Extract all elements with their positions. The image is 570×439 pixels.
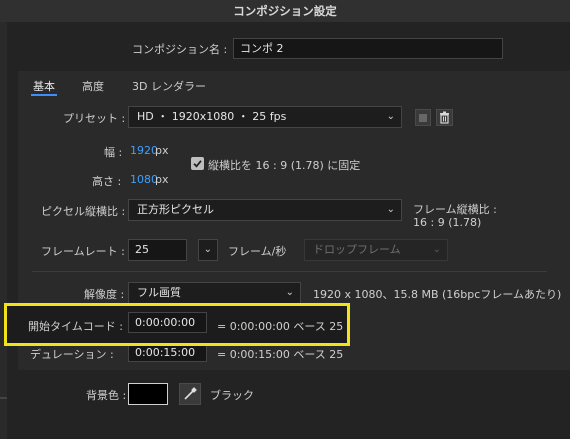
chevron-down-icon: ⌄ [386, 111, 395, 122]
save-preset-button[interactable] [415, 109, 431, 126]
eyedropper-button[interactable] [179, 383, 201, 405]
frame-rate-presets-button[interactable]: ⌄ [198, 239, 218, 261]
chevron-down-icon: ⌄ [432, 244, 441, 255]
tab-3d-renderer[interactable]: 3D レンダラー [132, 78, 206, 94]
chevron-down-icon: ⌄ [386, 204, 395, 215]
resolution-value: フル画質 [137, 286, 181, 299]
composition-name-label: コンポジション名 : [132, 43, 228, 56]
tab-active-indicator [31, 94, 57, 96]
height-label: 高さ : [92, 175, 122, 188]
resolution-dropdown[interactable]: フル画質 ⌄ [128, 282, 301, 304]
drop-frame-value: ドロップフレーム [313, 243, 401, 256]
divider [32, 271, 547, 272]
lock-aspect-checkbox[interactable] [191, 157, 204, 170]
tab-basic[interactable]: 基本 [33, 78, 55, 94]
lock-aspect-label: 縦横比を 16 : 9 (1.78) に固定 [208, 159, 361, 172]
frame-aspect-label: フレーム縦横比 : [413, 203, 497, 216]
width-value[interactable]: 1920 [130, 144, 158, 157]
resolution-label: 解像度 : [84, 288, 125, 301]
preset-value: HD ・ 1920x1080 ・ 25 fps [137, 110, 287, 123]
chevron-down-icon: ⌄ [285, 287, 294, 298]
background-color-name: ブラック [210, 389, 254, 402]
background-color-swatch[interactable] [128, 383, 168, 405]
frame-rate-label: フレームレート : [41, 245, 125, 258]
delete-preset-button[interactable] [436, 109, 453, 126]
preset-label: プリセット : [63, 112, 126, 125]
width-label: 幅 : [104, 146, 123, 159]
start-timecode-label: 開始タイムコード : [28, 320, 123, 333]
composition-name-input[interactable]: コンポ 2 [233, 38, 503, 59]
start-timecode-info: = 0:00:00:00 ベース 25 [217, 320, 344, 333]
frame-rate-unit: フレーム/秒 [228, 245, 287, 258]
checkmark-icon [193, 160, 202, 168]
drop-frame-dropdown[interactable]: ドロップフレーム ⌄ [304, 239, 448, 261]
background-color-label: 背景色 : [86, 389, 127, 402]
save-preset-icon [419, 114, 427, 122]
frame-aspect-value: 16 : 9 (1.78) [413, 216, 482, 229]
divider [0, 397, 7, 399]
height-unit: px [155, 173, 169, 186]
frame-rate-input[interactable]: 25 [128, 239, 187, 261]
pixel-aspect-dropdown[interactable]: 正方形ピクセル ⌄ [128, 199, 402, 221]
eyedropper-icon [184, 387, 197, 400]
start-timecode-input[interactable]: 0:00:00:00 [128, 312, 207, 333]
trash-icon [440, 111, 449, 124]
pixel-aspect-label: ピクセル縦横比 : [41, 205, 126, 218]
pixel-aspect-value: 正方形ピクセル [137, 203, 214, 216]
duration-label: デュレーション : [30, 348, 114, 361]
window-title: コンポジション設定 [0, 0, 570, 23]
chevron-down-icon: ⌄ [203, 244, 212, 255]
tab-advanced[interactable]: 高度 [82, 78, 104, 94]
duration-info: = 0:00:15:00 ベース 25 [217, 348, 344, 361]
height-value[interactable]: 1080 [130, 173, 158, 186]
resolution-info: 1920 x 1080、15.8 MB (16bpcフレームあたり) [313, 288, 562, 301]
background-window-edge [0, 22, 7, 439]
width-unit: px [155, 144, 169, 157]
preset-dropdown[interactable]: HD ・ 1920x1080 ・ 25 fps ⌄ [128, 106, 402, 128]
